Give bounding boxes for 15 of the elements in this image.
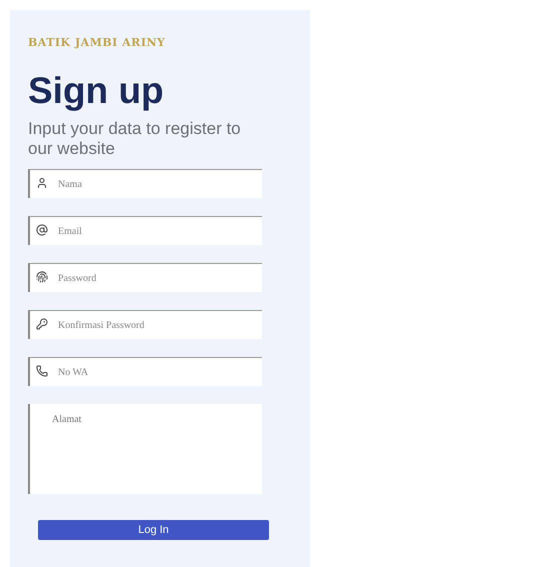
input-field[interactable]: Nama — [28, 169, 262, 198]
input-field[interactable]: No WA — [28, 357, 262, 386]
login-button[interactable]: Log In — [38, 520, 269, 540]
fingerprint-icon — [36, 271, 48, 283]
input-field[interactable]: Konfirmasi Password — [28, 310, 262, 339]
brand-name: BATIK JAMBI ARINY — [28, 36, 166, 49]
page-title: Sign up — [28, 71, 165, 111]
key-icon — [36, 318, 48, 330]
user-icon — [36, 177, 48, 189]
input-field[interactable]: Password — [28, 263, 262, 292]
subtitle: Input your data to register to our website — [28, 119, 242, 159]
text-area[interactable]: Alamat — [28, 404, 262, 494]
at-sign-icon — [36, 224, 48, 236]
phone-icon — [36, 365, 48, 377]
input-field[interactable]: Email — [28, 216, 262, 245]
